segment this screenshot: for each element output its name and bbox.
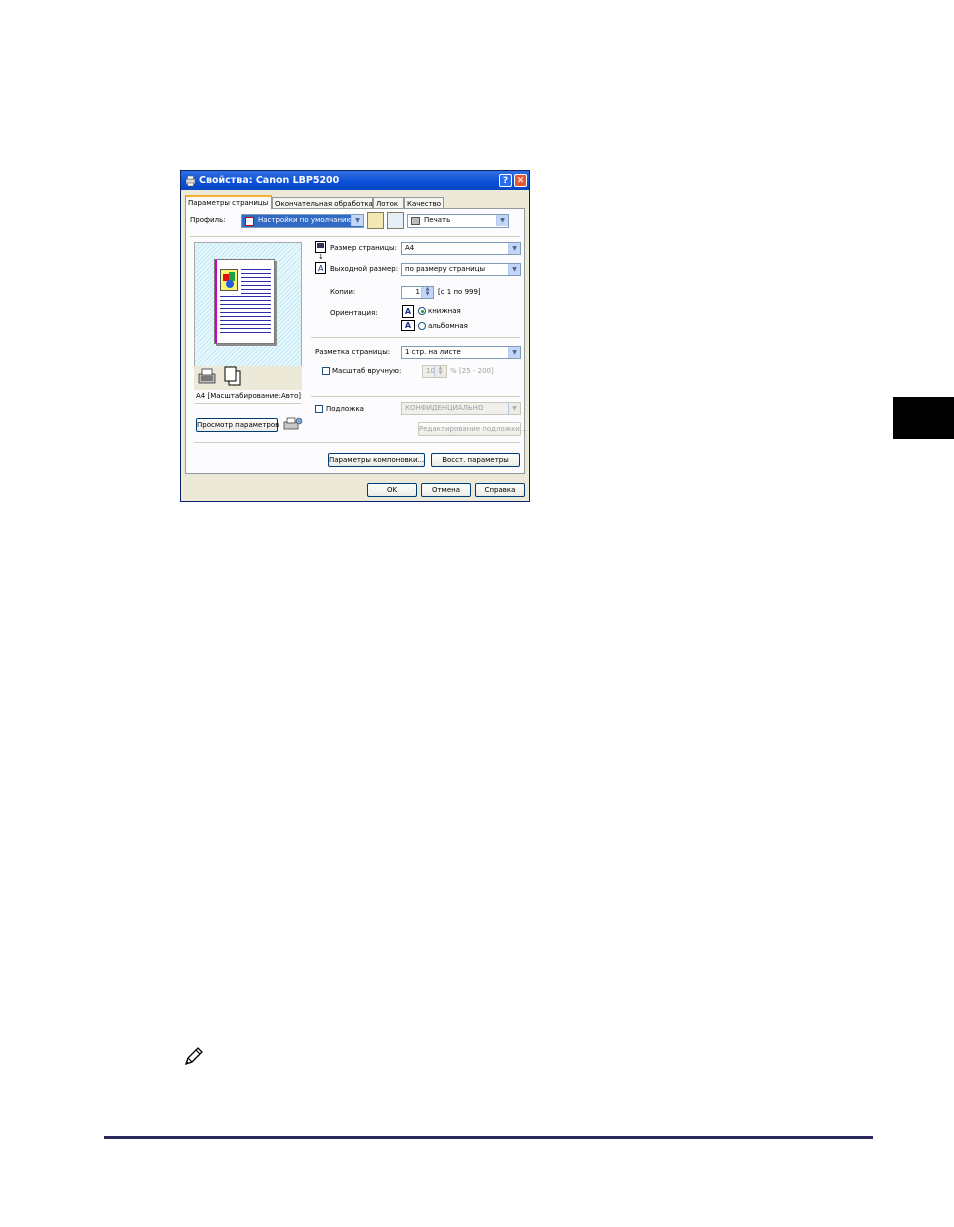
svg-text:A: A	[318, 264, 324, 273]
scaling-range: [25 - 200]	[459, 367, 494, 375]
page-size-icon	[315, 241, 326, 253]
preview-caption: A4 [Масштабирование:Авто]	[196, 392, 301, 400]
arrow-down-icon: ↓	[318, 253, 324, 261]
chevron-down-icon: ▼	[508, 347, 520, 358]
copies-spinner[interactable]: 1 ▲ ▼	[401, 286, 434, 299]
page-setup-panel: Профиль: Настройки по умолчанию ▼ Печать…	[185, 208, 527, 474]
copies-range: [с 1 по 999]	[438, 288, 481, 296]
edit-watermark-button[interactable]: Редактирование подложки...	[418, 422, 527, 436]
view-settings-button[interactable]: Просмотр параметров	[196, 418, 279, 432]
page-layout-label: Разметка страницы:	[315, 348, 391, 356]
profile-label: Профиль:	[190, 216, 226, 224]
print-icon	[411, 217, 420, 225]
preview-sheet	[214, 259, 275, 344]
portrait-radio[interactable]	[418, 307, 426, 315]
help-title-button[interactable]: ?	[499, 174, 512, 187]
cancel-button[interactable]: Отмена	[421, 483, 471, 497]
layout-options-button[interactable]: Параметры компоновки...	[328, 453, 425, 467]
scaling-unit: %	[450, 367, 457, 375]
chevron-down-icon: ▼	[508, 243, 520, 254]
portrait-label: книжная	[428, 307, 461, 315]
footer-rule	[104, 1136, 873, 1139]
copies-value: 1	[415, 288, 420, 296]
manual-scaling-label: Масштаб вручную:	[332, 367, 402, 375]
landscape-label: альбомная	[428, 322, 468, 330]
chapter-tab	[893, 397, 954, 439]
profile-edit-icon[interactable]	[387, 212, 404, 229]
window-title: Свойства: Canon LBP5200	[199, 175, 340, 186]
pencil-note-icon	[184, 1047, 203, 1066]
chevron-down-icon: ▼	[508, 403, 520, 414]
close-title-button[interactable]: ✕	[514, 174, 527, 187]
divider	[190, 236, 520, 237]
divider	[311, 337, 520, 338]
ok-button[interactable]: OK	[367, 483, 417, 497]
page-layout-combo[interactable]: 1 стр. на листе ▼	[401, 346, 521, 359]
watermark-label: Подложка	[326, 405, 364, 413]
chevron-down-icon: ▼	[508, 264, 520, 275]
scaling-spinner[interactable]: 100 ▲ ▼	[422, 365, 447, 378]
output-size-combo[interactable]: по размеру страницы ▼	[401, 263, 521, 276]
watermark-value: КОНФИДЕНЦИАЛЬНО	[405, 404, 484, 412]
pages-stack-icon	[224, 366, 241, 386]
manual-scaling-checkbox[interactable]	[322, 367, 330, 375]
divider	[311, 396, 520, 397]
chevron-down-icon: ▼	[351, 215, 363, 226]
divider	[194, 403, 302, 404]
printer-icon	[185, 175, 196, 187]
watermark-checkbox[interactable]	[315, 405, 323, 413]
margin-bar	[215, 260, 217, 343]
profile-icon	[245, 217, 254, 226]
page-size-combo[interactable]: A4 ▼	[401, 242, 521, 255]
printer-preview-icon	[198, 368, 216, 384]
help-button[interactable]: Справка	[475, 483, 525, 497]
output-size-label: Выходной размер:	[330, 265, 399, 273]
text-lines	[220, 296, 271, 336]
orientation-label: Ориентация:	[330, 309, 378, 317]
printer-properties-dialog: Свойства: Canon LBP5200 ? ✕ Параметры ст…	[180, 170, 530, 502]
output-method-combo[interactable]: Печать ▼	[407, 214, 509, 228]
portrait-icon: A	[402, 305, 414, 318]
title-bar[interactable]: Свойства: Canon LBP5200 ? ✕	[181, 171, 529, 190]
landscape-radio[interactable]	[418, 322, 426, 330]
spin-arrows-icon: ▲ ▼	[434, 366, 446, 377]
tab-page-setup[interactable]: Параметры страницы	[185, 195, 272, 209]
chevron-down-icon: ▼	[496, 215, 508, 226]
page-size-label: Размер страницы:	[330, 244, 397, 252]
shape	[226, 280, 234, 288]
restore-defaults-button[interactable]: Восст. параметры	[431, 453, 520, 467]
output-size-value: по размеру страницы	[405, 265, 486, 273]
page-size-value: A4	[405, 244, 415, 252]
profile-value: Настройки по умолчанию	[258, 216, 353, 224]
image-thumbnail	[220, 269, 238, 291]
output-method-value: Печать	[424, 216, 451, 224]
page-layout-value: 1 стр. на листе	[405, 348, 461, 356]
profile-combo[interactable]: Настройки по умолчанию ▼	[241, 214, 364, 228]
copies-label: Копии:	[330, 288, 356, 296]
spin-arrows-icon[interactable]: ▲ ▼	[421, 287, 433, 298]
landscape-icon: A	[401, 320, 415, 331]
profile-add-icon[interactable]	[367, 212, 384, 229]
divider	[194, 442, 520, 443]
output-size-icon: A	[315, 262, 326, 274]
printer-settings-icon[interactable]	[283, 416, 303, 432]
watermark-combo[interactable]: КОНФИДЕНЦИАЛЬНО ▼	[401, 402, 521, 415]
